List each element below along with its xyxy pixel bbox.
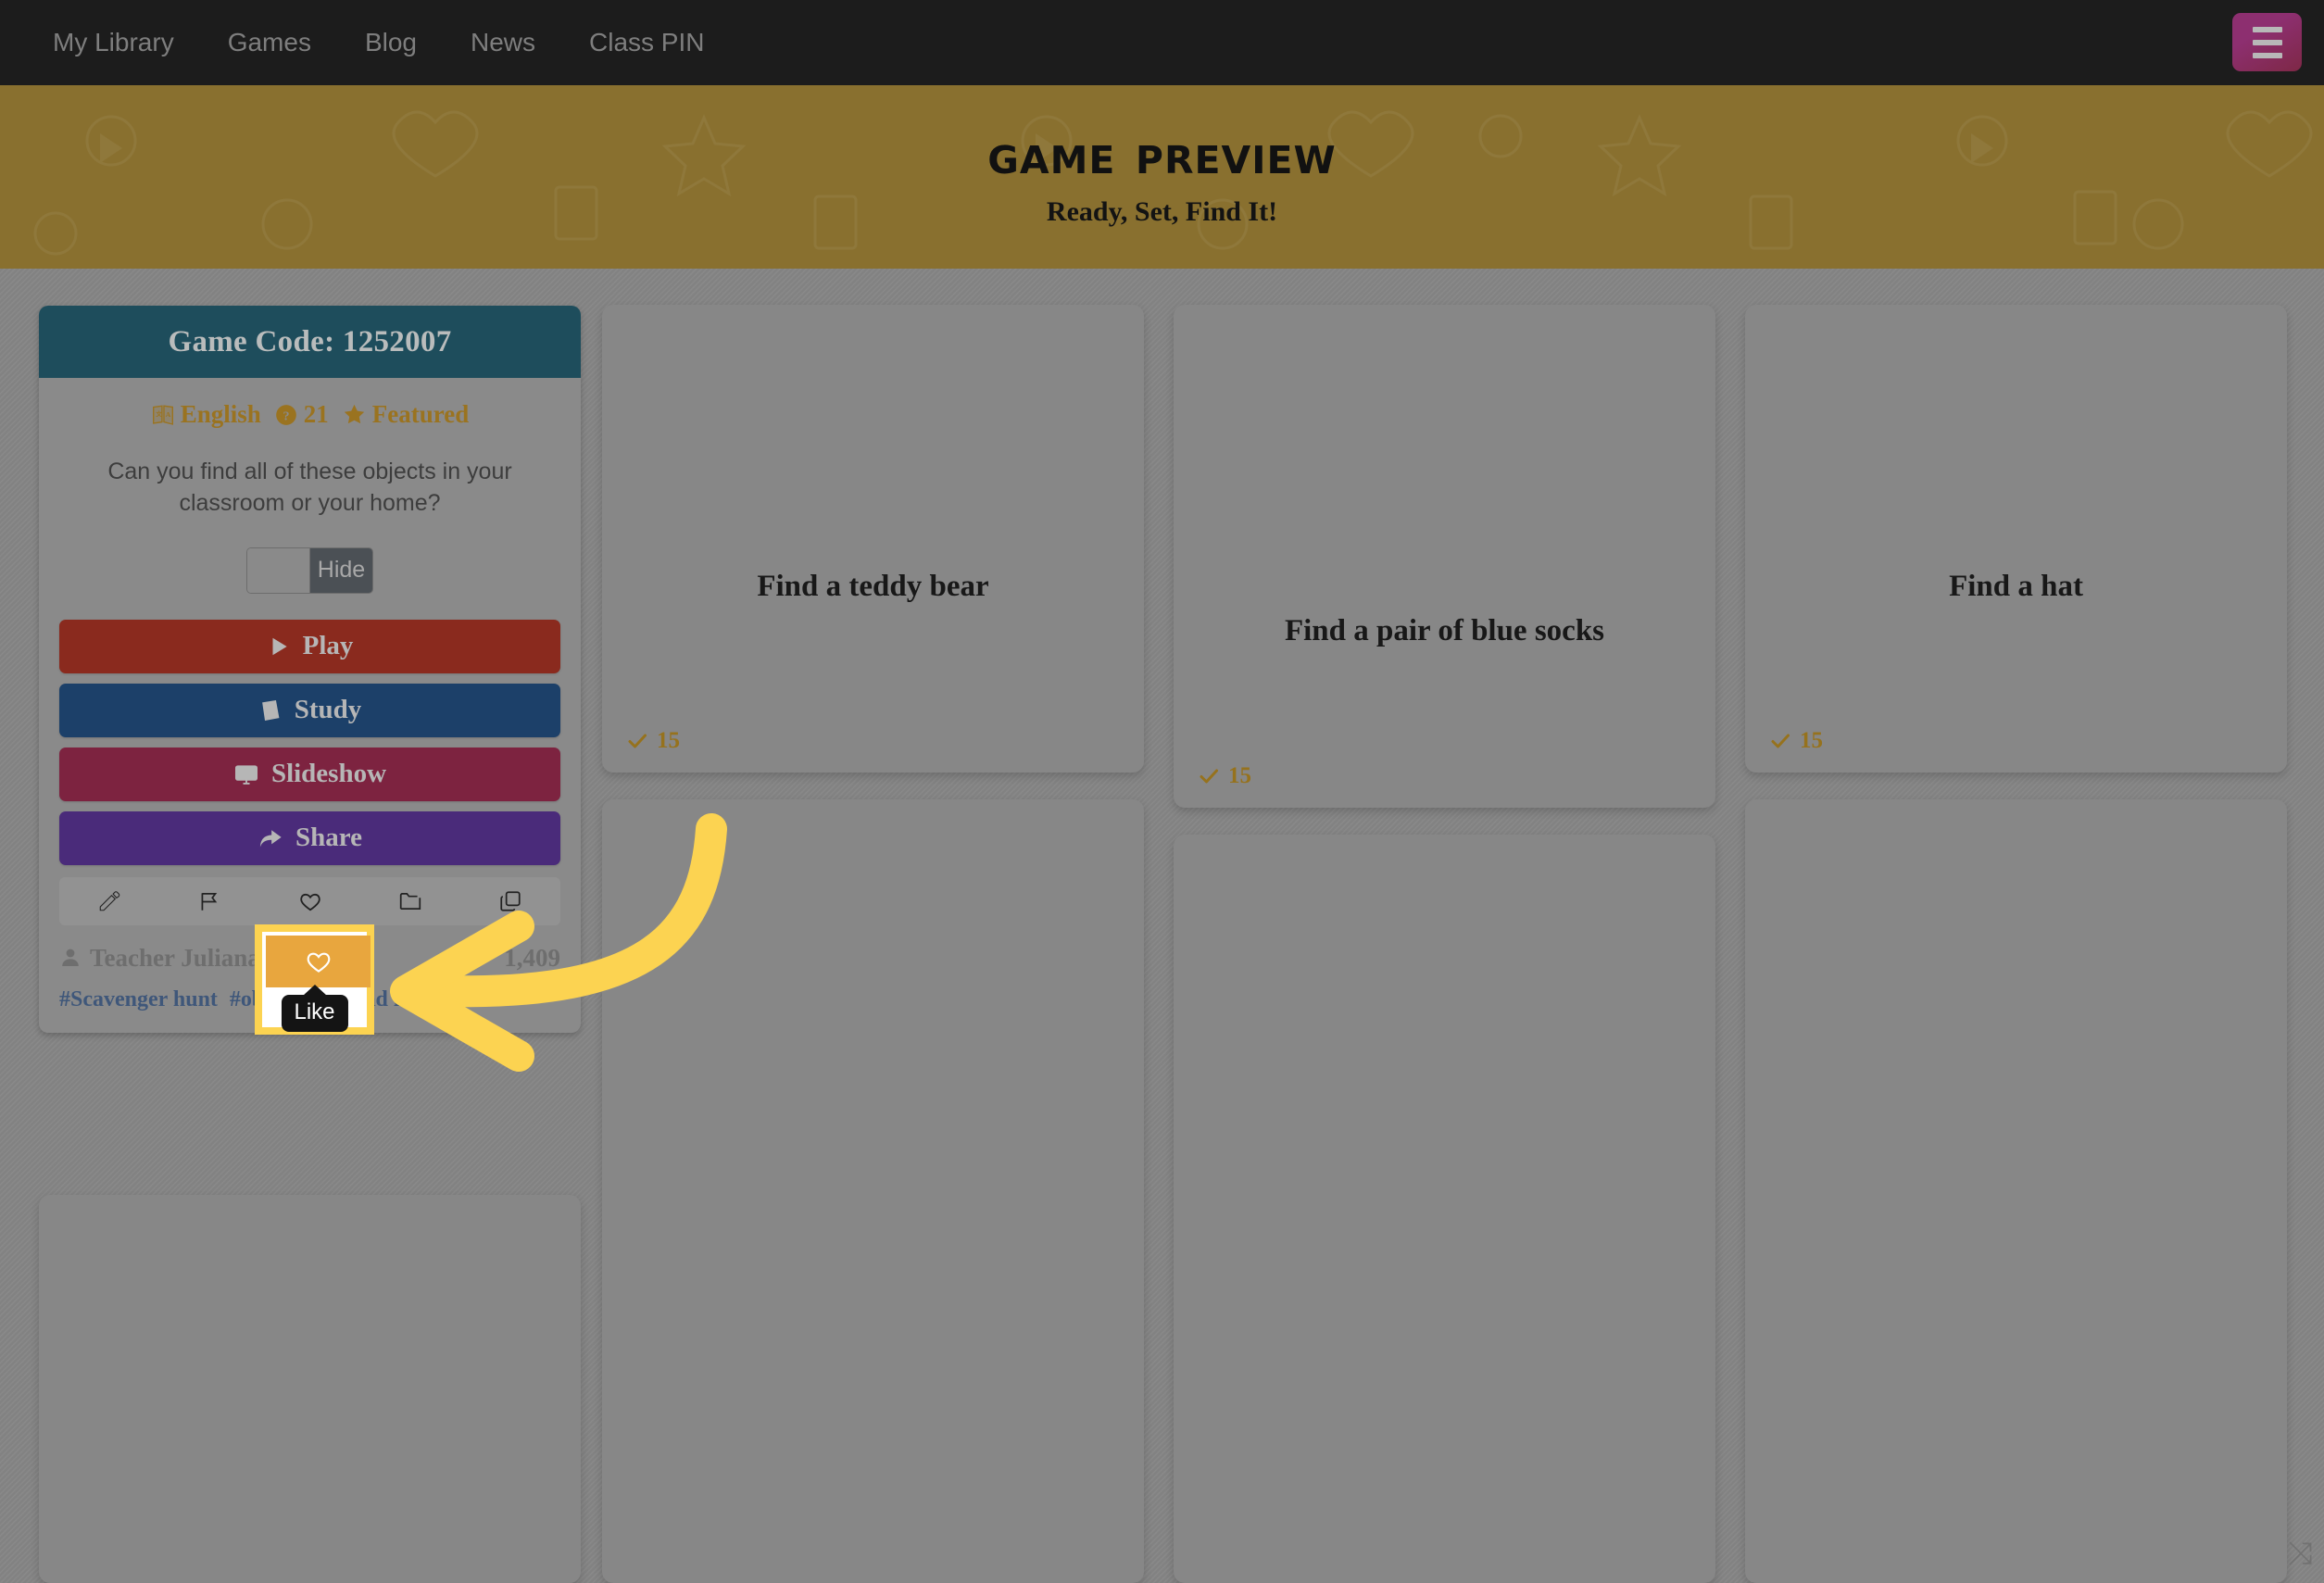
check-icon: [628, 734, 647, 748]
svg-text:A: A: [165, 410, 170, 419]
game-card[interactable]: [602, 799, 1144, 1583]
game-card-title: Find a pair of blue socks: [1284, 614, 1605, 647]
book-icon: [261, 699, 280, 721]
nav-link-blog[interactable]: Blog: [338, 0, 444, 85]
game-card-count: 15: [1198, 763, 1251, 789]
action-buttons: Play Study Slideshow Share: [59, 619, 560, 865]
page-title: Game Preview: [987, 121, 1337, 186]
hamburger-menu-icon[interactable]: [2232, 13, 2302, 71]
question-count-label: 21: [303, 400, 329, 428]
nav-links: My Library Games Blog News Class PIN: [0, 0, 731, 85]
game-code-header: Game Code: 1252007: [39, 306, 581, 378]
game-cards-grid: Find a teddy bear 15 Find a pair of blue…: [602, 269, 2313, 1583]
share-button[interactable]: Share: [59, 810, 560, 865]
heart-icon: [307, 952, 330, 973]
language-meta: 文A English: [151, 400, 261, 429]
nav-link-my-library[interactable]: My Library: [26, 0, 201, 85]
game-card[interactable]: Find a pair of blue socks 15: [1174, 305, 1715, 808]
game-card-count: 15: [1769, 728, 1823, 754]
game-card-count-value: 15: [1228, 763, 1251, 788]
game-meta-row: 文A English ? 21 Featured: [59, 400, 560, 429]
play-count: 1,409: [475, 944, 560, 973]
play-small-icon: [480, 950, 493, 965]
hero-banner: Game Preview Ready, Set, Find It!: [0, 85, 2324, 269]
toggle-knob: [247, 547, 310, 593]
svg-text:?: ?: [283, 408, 289, 423]
game-card[interactable]: Find a teddy bear 15: [602, 305, 1144, 773]
copy-icon[interactable]: [460, 877, 560, 925]
folder-icon[interactable]: [360, 877, 460, 925]
star-icon: [342, 402, 367, 427]
tag-scavenger-hunt[interactable]: #Scavenger hunt: [59, 987, 218, 1012]
play-button-label: Play: [302, 631, 354, 660]
hamburger-bar: [2252, 26, 2282, 32]
nav-link-news[interactable]: News: [444, 0, 562, 85]
game-card[interactable]: [1745, 799, 2287, 1583]
svg-text:文: 文: [155, 409, 162, 418]
hamburger-bar: [2252, 39, 2282, 45]
study-button[interactable]: Study: [59, 683, 560, 737]
like-button[interactable]: [266, 936, 371, 987]
game-card[interactable]: Find a hat 15: [1745, 305, 2287, 773]
edit-icon[interactable]: [59, 877, 159, 925]
share-icon: [259, 829, 282, 847]
hamburger-bar: [2252, 52, 2282, 58]
list-item-left-lower[interactable]: [39, 1195, 581, 1583]
check-icon: [1771, 734, 1790, 748]
hide-toggle-wrap: Hide: [59, 547, 560, 594]
play-icon: [272, 637, 287, 655]
toggle-label: Hide: [310, 547, 372, 593]
question-circle-icon: ?: [274, 403, 298, 427]
page-subtitle: Ready, Set, Find It!: [1046, 195, 1278, 227]
heart-icon[interactable]: [259, 877, 359, 925]
game-card-count-value: 15: [657, 728, 680, 753]
game-card-count: 15: [626, 728, 680, 754]
flag-icon[interactable]: [159, 877, 259, 925]
monitor-icon: [234, 764, 258, 785]
game-code-label: Game Code: 1252007: [168, 324, 452, 358]
game-card-count-value: 15: [1800, 728, 1823, 753]
author-name: Teacher Juliana: [90, 943, 260, 972]
game-info-card: Game Code: 1252007 文A English ? 21 Featu…: [39, 306, 581, 1033]
language-label: English: [180, 400, 261, 428]
hide-toggle[interactable]: Hide: [246, 547, 373, 594]
language-icon: 文A: [151, 403, 175, 427]
game-card[interactable]: [1174, 835, 1715, 1583]
study-button-label: Study: [294, 695, 362, 724]
like-button-highlight: Like: [255, 924, 374, 1035]
slideshow-button-label: Slideshow: [270, 759, 387, 788]
like-tooltip: Like: [281, 995, 348, 1033]
user-icon: [62, 949, 79, 966]
play-count-value: 1,409: [504, 943, 560, 972]
card-icon-toolbar: [59, 876, 560, 925]
featured-label: Featured: [371, 400, 470, 428]
nav-link-games[interactable]: Games: [201, 0, 338, 85]
game-card-title: Find a teddy bear: [757, 570, 989, 603]
game-description: Can you find all of these objects in you…: [107, 459, 512, 516]
check-icon: [1200, 769, 1218, 784]
featured-meta: Featured: [342, 400, 469, 429]
share-button-label: Share: [295, 823, 362, 852]
resize-handle-icon[interactable]: ⤨: [2288, 1535, 2313, 1572]
author-info[interactable]: Teacher Juliana: [59, 944, 260, 973]
question-count-meta: ? 21: [274, 400, 329, 429]
top-navigation-bar: My Library Games Blog News Class PIN: [0, 0, 2324, 85]
play-button[interactable]: Play: [59, 619, 560, 673]
slideshow-button[interactable]: Slideshow: [59, 747, 560, 801]
nav-link-class-pin[interactable]: Class PIN: [562, 0, 731, 85]
game-card-title: Find a hat: [1949, 570, 2083, 603]
